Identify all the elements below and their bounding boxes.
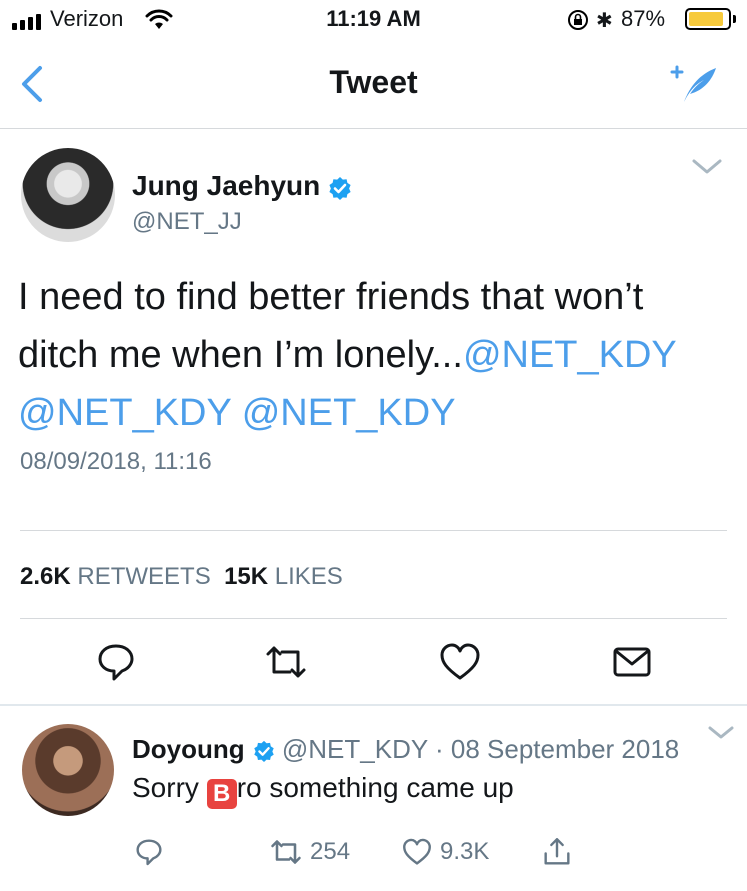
- reply-header: Doyoung @NET_KDY · 08 September 2018: [132, 734, 679, 765]
- author-name[interactable]: Jung Jaehyun: [132, 170, 352, 202]
- b-button-emoji: B: [206, 779, 237, 809]
- separator-dot: ·: [434, 734, 444, 764]
- stats-top-divider: [20, 530, 727, 531]
- verified-badge-icon: [329, 176, 351, 200]
- chevron-down-icon[interactable]: [690, 156, 724, 178]
- retweet-icon[interactable]: [262, 638, 310, 686]
- reply-like-count: 9.3K: [440, 838, 490, 865]
- mention-link[interactable]: @NET_KDY: [18, 392, 231, 434]
- status-bar: Verizon 11:19 AM ✱ 87%: [0, 0, 747, 40]
- likes-count: 15K: [224, 563, 269, 590]
- section-divider: [0, 704, 747, 706]
- tweet-timestamp: 08/09/2018, 11:16: [20, 448, 212, 475]
- reply-icon[interactable]: [132, 835, 166, 869]
- reply-retweet-count: 254: [310, 838, 351, 865]
- nav-divider: [0, 128, 747, 129]
- retweets-stat[interactable]: 2.6K RETWEETS: [20, 563, 211, 590]
- mention-link[interactable]: @NET_KDY: [242, 392, 456, 434]
- stats-bottom-divider: [20, 618, 727, 619]
- battery-tip: [733, 15, 736, 23]
- tweet-stats: 2.6K RETWEETS 15K LIKES: [20, 563, 343, 591]
- tweet-text: I need to find better friends that won’t…: [18, 268, 733, 442]
- rotation-lock-icon: [568, 10, 588, 30]
- author-name-text[interactable]: Jung Jaehyun: [132, 170, 320, 201]
- chevron-down-icon[interactable]: [706, 724, 736, 744]
- author-handle[interactable]: @NET_JJ: [132, 208, 242, 236]
- retweet-icon[interactable]: [268, 834, 304, 870]
- reply-text-start: Sorry: [132, 772, 207, 803]
- bluetooth-icon: ✱: [596, 10, 613, 32]
- reply-reply-button[interactable]: [132, 832, 166, 872]
- page-title: Tweet: [329, 64, 418, 100]
- reply-share-button[interactable]: [540, 832, 574, 872]
- reply-text: Sorry Bro something came up: [132, 772, 514, 809]
- share-icon[interactable]: [540, 835, 574, 869]
- reply-author-handle[interactable]: @NET_KDY: [282, 734, 428, 764]
- retweets-count: 2.6K: [20, 563, 71, 590]
- verified-badge-icon: [253, 741, 274, 763]
- reply-author-name[interactable]: Doyoung: [132, 734, 245, 764]
- reply-like-button[interactable]: 9.3K: [400, 832, 489, 872]
- reply-text-end: ro something came up: [236, 772, 514, 803]
- avatar[interactable]: [21, 148, 115, 242]
- reply-date: 08 September 2018: [450, 734, 680, 764]
- battery-percent: 87%: [621, 6, 666, 31]
- reply-icon[interactable]: [92, 638, 140, 686]
- battery-icon: [685, 8, 731, 30]
- message-icon[interactable]: [608, 638, 656, 686]
- likes-label: LIKES: [274, 563, 343, 590]
- mention-link[interactable]: @NET_KDY: [463, 334, 676, 376]
- reply-retweet-button[interactable]: 254: [268, 832, 350, 872]
- like-icon[interactable]: [436, 638, 484, 686]
- likes-stat[interactable]: 15K LIKES: [224, 563, 343, 590]
- like-icon[interactable]: [400, 835, 434, 869]
- reply-avatar[interactable]: [22, 724, 114, 816]
- compose-tweet-icon[interactable]: [664, 58, 720, 108]
- retweets-label: RETWEETS: [77, 563, 211, 590]
